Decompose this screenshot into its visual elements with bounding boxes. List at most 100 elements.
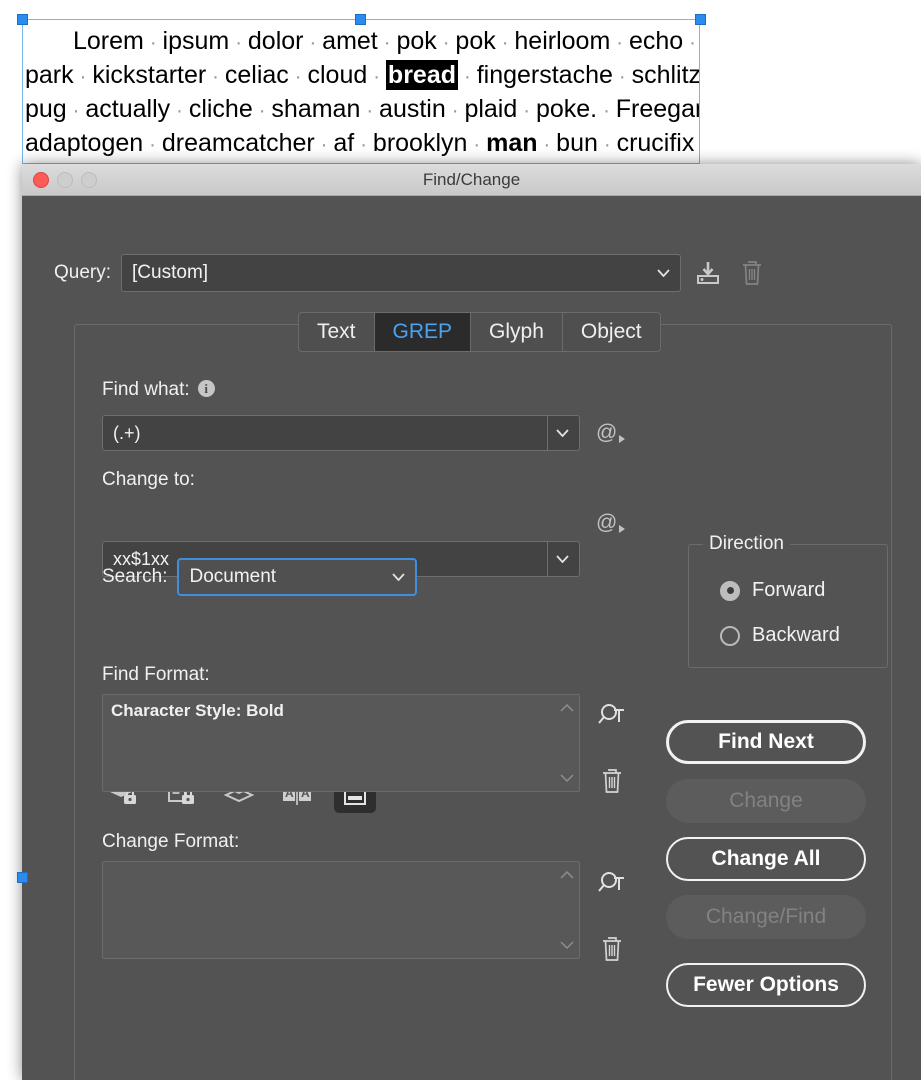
- space-mark: ·: [537, 133, 557, 156]
- space-mark: ·: [252, 99, 272, 122]
- space-mark: ·: [143, 31, 163, 54]
- document-word: shaman: [271, 95, 361, 123]
- search-scope-value: Document: [189, 566, 277, 587]
- close-button[interactable]: [33, 172, 49, 188]
- document-word: plaid: [464, 95, 518, 123]
- chevron-down-icon: [392, 573, 406, 581]
- scroll-up-icon[interactable]: [560, 870, 574, 879]
- space-mark: ·: [612, 65, 632, 88]
- document-body-text: Lorem · ipsum · dolor · amet · pok · pok…: [23, 20, 699, 163]
- document-word: Lorem: [73, 27, 144, 55]
- search-scope-dropdown[interactable]: Document: [177, 558, 418, 596]
- space-mark: ·: [314, 133, 334, 156]
- change-button[interactable]: Change: [666, 779, 866, 823]
- document-line: park · kickstarter · celiac · cloud · br…: [25, 58, 699, 92]
- find-format-box[interactable]: Character Style: Bold: [102, 694, 580, 792]
- document-word: park: [25, 61, 74, 89]
- scroll-down-icon[interactable]: [560, 774, 574, 783]
- selection-handle-top-right[interactable]: [695, 14, 706, 25]
- trash-icon: [603, 937, 621, 961]
- scroll-up-icon[interactable]: [560, 703, 574, 712]
- document-word: kickstarter: [92, 61, 207, 89]
- space-mark: ·: [610, 31, 629, 54]
- find-special-characters-button[interactable]: @: [592, 415, 632, 451]
- scroll-down-icon[interactable]: [560, 941, 574, 950]
- document-word: fingerstache: [476, 61, 613, 89]
- document-word: af: [333, 129, 355, 157]
- selection-handle-top-center[interactable]: [355, 14, 366, 25]
- space-mark: ·: [170, 99, 189, 122]
- document-word: ipsum: [162, 27, 230, 55]
- change-format-box[interactable]: [102, 861, 580, 959]
- find-format-value: Character Style: Bold: [111, 701, 284, 720]
- tab-grep[interactable]: GREP: [374, 313, 472, 351]
- find-what-input[interactable]: (.+): [102, 415, 580, 451]
- change-format-specify-button[interactable]: [592, 864, 632, 904]
- radio-forward[interactable]: Forward: [720, 579, 825, 602]
- save-query-button[interactable]: [691, 256, 725, 290]
- document-word: brooklyn: [372, 129, 468, 157]
- dialog-titlebar[interactable]: Find/Change: [22, 164, 921, 196]
- change-special-characters-button[interactable]: @: [592, 505, 632, 541]
- find-what-history-button[interactable]: [547, 416, 579, 450]
- selection-handle-middle-left[interactable]: [17, 872, 28, 883]
- document-word: poke.: [535, 95, 598, 123]
- radio-forward-indicator[interactable]: [720, 580, 740, 601]
- space-mark: ·: [495, 31, 515, 54]
- space-mark: ·: [436, 31, 456, 54]
- query-dropdown[interactable]: [Custom]: [121, 254, 682, 292]
- tab-text[interactable]: Text: [299, 313, 375, 351]
- specify-attributes-icon: [598, 872, 624, 892]
- document-word: man: [486, 129, 538, 157]
- change-format-clear-button[interactable]: [592, 929, 632, 969]
- space-mark: ·: [517, 99, 536, 122]
- space-mark: ·: [288, 65, 308, 88]
- find-format-clear-button[interactable]: [592, 761, 632, 801]
- search-label: Search:: [102, 566, 168, 587]
- fewer-options-button[interactable]: Fewer Options: [666, 963, 866, 1007]
- document-word: pok: [455, 27, 496, 55]
- change-all-button[interactable]: Change All: [666, 837, 866, 881]
- chevron-down-icon: [657, 269, 670, 277]
- dialog-body: Query: [Custom] Text GREP Glyph Object F…: [22, 196, 921, 1080]
- document-word: crucifix: [616, 129, 695, 157]
- info-icon[interactable]: i: [197, 380, 215, 397]
- minimize-button[interactable]: [57, 172, 73, 188]
- change-to-history-button[interactable]: [547, 542, 579, 576]
- zoom-button[interactable]: [81, 172, 97, 188]
- space-mark: ·: [694, 133, 699, 156]
- radio-backward-label: Backward: [752, 624, 840, 646]
- at-special-characters-icon: @: [596, 421, 625, 444]
- find-format-specify-button[interactable]: [592, 696, 632, 736]
- find-what-label: Find what: i: [102, 379, 215, 401]
- svg-text:@: @: [596, 511, 617, 534]
- radio-backward[interactable]: Backward: [720, 624, 840, 647]
- space-mark: ·: [360, 99, 380, 122]
- radio-forward-label: Forward: [752, 579, 826, 601]
- trash-icon: [603, 769, 621, 793]
- radio-backward-indicator[interactable]: [720, 625, 740, 646]
- tab-glyph[interactable]: Glyph: [471, 313, 563, 351]
- change-find-button[interactable]: Change/Find: [666, 895, 866, 939]
- delete-query-button[interactable]: [735, 256, 769, 290]
- document-word: dreamcatcher: [161, 129, 315, 157]
- document-word: actually: [85, 95, 171, 123]
- space-mark: ·: [683, 31, 696, 54]
- space-mark: ·: [597, 133, 617, 156]
- text-frame[interactable]: Lorem · ipsum · dolor · amet · pok · pok…: [22, 19, 700, 164]
- find-next-button[interactable]: Find Next: [666, 720, 866, 764]
- document-word: dolor: [247, 27, 304, 55]
- space-mark: ·: [229, 31, 248, 54]
- document-word: pok: [396, 27, 437, 55]
- tab-object[interactable]: Object: [563, 313, 660, 351]
- svg-text:@: @: [596, 421, 617, 444]
- space-mark: ·: [354, 133, 373, 156]
- find-format-label: Find Format:: [102, 664, 210, 685]
- selection-handle-top-left[interactable]: [17, 14, 28, 25]
- space-mark: ·: [73, 65, 93, 88]
- space-mark: ·: [66, 99, 86, 122]
- space-mark: ·: [143, 133, 162, 156]
- document-word: adaptogen: [25, 129, 144, 157]
- document-line: pug · actually · cliche · shaman · austi…: [25, 92, 699, 126]
- document-word: pug: [25, 95, 67, 123]
